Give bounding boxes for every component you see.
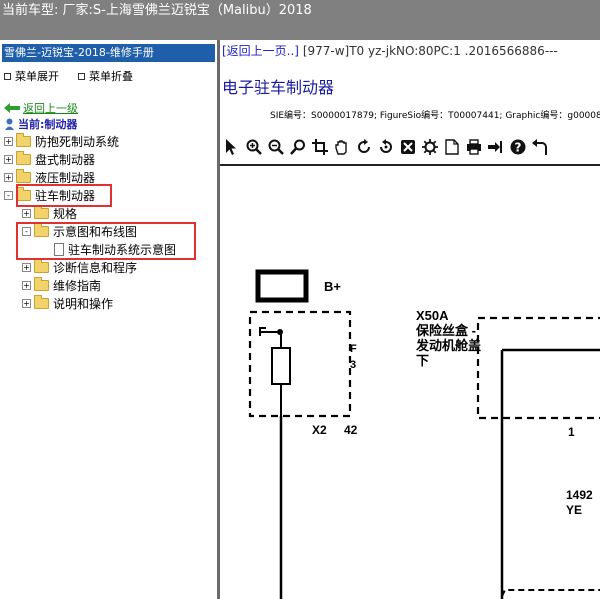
expand-icon[interactable]: + — [22, 298, 31, 308]
label-bplus: B+ — [324, 279, 341, 294]
folder-icon — [34, 258, 49, 273]
highlight-box-parking-brake — [16, 184, 112, 207]
label-fuse-box-3: 下 — [416, 353, 429, 368]
expand-icon[interactable]: + — [4, 136, 13, 146]
label-fuse-box-2: 发动机舱盖 — [415, 338, 481, 353]
search-icon[interactable] — [288, 137, 308, 157]
folder-icon — [34, 276, 49, 291]
tree-item-label: 诊断信息和程序 — [53, 260, 138, 275]
label-wire-number: 1492 — [566, 488, 593, 502]
folder-icon — [16, 132, 31, 147]
current-location-label: 当前:制动器 — [18, 118, 78, 131]
back-arrow-icon — [4, 103, 20, 113]
manual-title-bar[interactable]: 雪佛兰-迈锐宝-2018-维修手册 — [2, 44, 215, 62]
back-link-label: 返回上一级 — [23, 102, 78, 115]
vehicle-title: 当前车型: 厂家:S-上海雪佛兰迈锐宝（Malibu）2018 — [2, 3, 312, 18]
export-icon[interactable] — [486, 137, 506, 157]
expand-icon[interactable]: + — [4, 154, 13, 164]
previous-page-link[interactable]: [返回上一页..] — [222, 44, 299, 58]
pan-hand-icon[interactable] — [332, 137, 352, 157]
expand-icon[interactable]: + — [22, 262, 31, 272]
label-x2: X2 — [312, 423, 327, 437]
zoom-out-icon[interactable] — [266, 137, 286, 157]
viewer-toolbar: ? — [220, 136, 600, 158]
tree-item-abs[interactable]: + 防抱死制动系统 — [4, 132, 119, 150]
menu-collapse-label: 菜单折叠 — [89, 70, 133, 83]
menu-expand-button[interactable]: 菜单展开 — [4, 68, 59, 84]
menu-expand-label: 菜单展开 — [15, 70, 59, 83]
person-icon — [5, 118, 14, 130]
square-icon — [4, 72, 11, 80]
crop-icon[interactable] — [310, 137, 330, 157]
tree-item-repair-guide[interactable]: + 维修指南 — [22, 276, 101, 294]
rotate-icon[interactable] — [354, 137, 374, 157]
back-link[interactable]: 返回上一级 — [4, 100, 78, 116]
label-f: F — [350, 343, 357, 355]
tree-item-diagnostics[interactable]: + 诊断信息和程序 — [22, 258, 137, 276]
battery-terminal — [255, 269, 309, 303]
svg-text:?: ? — [515, 141, 522, 155]
fuse-block-x50a — [476, 316, 600, 420]
tree-item-label: 说明和操作 — [53, 296, 114, 311]
label-wire-color: YE — [566, 503, 582, 517]
page-icon[interactable] — [442, 137, 462, 157]
square-icon — [78, 72, 85, 80]
folder-icon — [16, 168, 31, 183]
label-fuse-box-1: 保险丝盒 - — [415, 323, 476, 338]
help-icon[interactable]: ? — [508, 137, 528, 157]
expand-icon[interactable]: + — [4, 172, 13, 182]
folder-icon — [34, 204, 49, 219]
tree-item-label: 防抱死制动系统 — [35, 134, 120, 149]
sidebar: 雪佛兰-迈锐宝-2018-维修手册 菜单展开 菜单折叠 返回上一级 当前:制动器… — [0, 40, 217, 599]
document-title: 电子驻车制动器 — [222, 78, 335, 97]
back-icon[interactable] — [530, 137, 550, 157]
tree-item-disc-brake[interactable]: + 盘式制动器 — [4, 150, 95, 168]
expand-icon[interactable]: + — [22, 280, 31, 290]
tree-item-label: 规格 — [53, 206, 78, 221]
label-pin-1: 1 — [568, 425, 575, 439]
menu-collapse-button[interactable]: 菜单折叠 — [78, 68, 133, 84]
label-3: 3 — [350, 359, 356, 371]
current-location: 当前:制动器 — [4, 116, 77, 132]
sie-info: SIE编号：S0000017879; FigureSio编号：T00007441… — [270, 111, 600, 121]
label-42: 42 — [344, 423, 358, 437]
tree-item-label: 维修指南 — [53, 278, 102, 293]
label-x50a: X50A — [416, 308, 449, 323]
fit-icon[interactable] — [398, 137, 418, 157]
rotate-back-icon[interactable] — [376, 137, 396, 157]
fuse-symbol — [271, 347, 291, 385]
pointer-icon[interactable] — [222, 137, 242, 157]
tree-item-description[interactable]: + 说明和操作 — [22, 294, 113, 312]
highlight-box-schematics — [16, 222, 196, 260]
settings-icon[interactable] — [420, 137, 440, 157]
tree-item-label: 液压制动器 — [35, 170, 96, 185]
print-icon[interactable] — [464, 137, 484, 157]
content-pane: [返回上一页..] [977-w]T0 yz-jkNO:80PC:1 .2016… — [220, 40, 600, 599]
doc-code: [977-w]T0 yz-jkNO:80PC:1 .2016566886--- — [299, 44, 558, 58]
folder-icon — [34, 294, 49, 309]
folder-icon — [16, 150, 31, 165]
nav-line: [返回上一页..] [977-w]T0 yz-jkNO:80PC:1 .2016… — [222, 42, 558, 59]
wiring-diagram[interactable]: B+ F 3 X2 42 X50A 保险丝盒 - 发动机舱盖 下 1 1492 … — [220, 164, 600, 599]
collapse-icon[interactable]: - — [4, 190, 13, 200]
expand-icon[interactable]: + — [22, 208, 31, 218]
header-bar: 当前车型: 厂家:S-上海雪佛兰迈锐宝（Malibu）2018 — [0, 0, 600, 40]
wiring-diagram-svg: B+ F 3 X2 42 X50A 保险丝盒 - 发动机舱盖 下 1 1492 … — [248, 269, 600, 599]
tree-item-label: 盘式制动器 — [35, 152, 96, 167]
zoom-in-icon[interactable] — [244, 137, 264, 157]
